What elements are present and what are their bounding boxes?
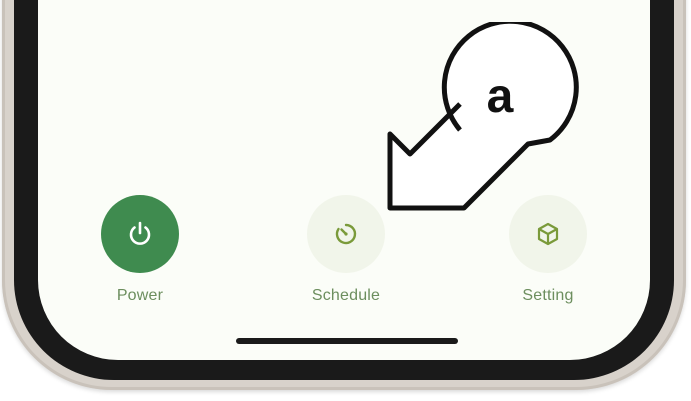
schedule-button[interactable] <box>307 195 385 273</box>
cube-icon <box>537 222 559 246</box>
bottom-nav-bar: Power Schedule Setting <box>60 195 640 325</box>
timer-icon <box>335 223 357 245</box>
nav-item-setting[interactable]: Setting <box>488 195 608 305</box>
callout-annotation: a <box>387 22 579 211</box>
power-button[interactable] <box>101 195 179 273</box>
nav-item-schedule[interactable]: Schedule <box>286 195 406 305</box>
callout-letter: a <box>487 70 514 123</box>
home-indicator[interactable] <box>236 338 458 344</box>
callout-arrow-shape <box>387 22 579 211</box>
nav-label-setting: Setting <box>522 287 574 304</box>
power-icon <box>129 221 151 245</box>
nav-item-power[interactable]: Power <box>80 195 200 305</box>
nav-label-power: Power <box>116 287 164 304</box>
setting-button[interactable] <box>509 195 587 273</box>
nav-label-schedule: Schedule <box>311 287 381 304</box>
